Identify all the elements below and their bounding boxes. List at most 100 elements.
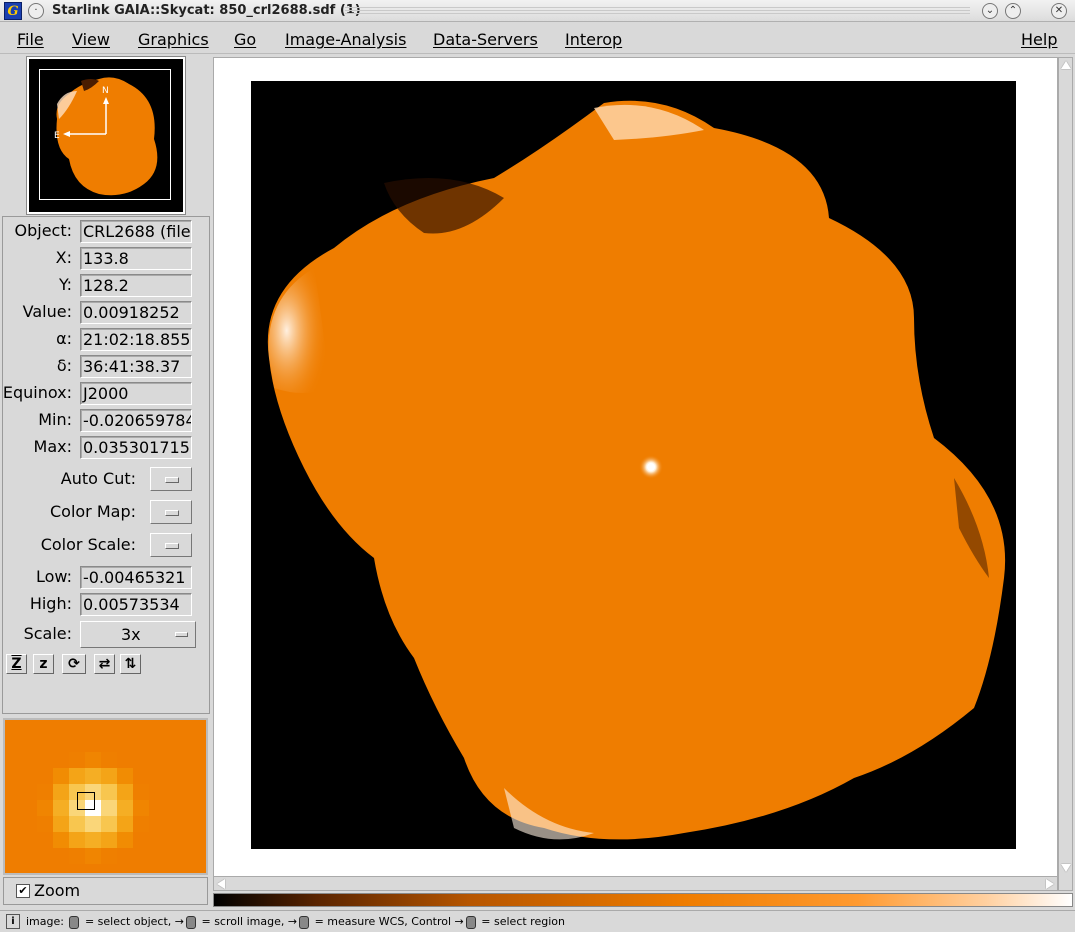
rotate-button[interactable]: ⟳ [62, 654, 86, 674]
zoom-checkbox[interactable]: ✔ [16, 884, 30, 898]
magnifier-pixel [5, 784, 21, 800]
menu-help[interactable]: Help [1021, 30, 1057, 49]
scroll-up-icon[interactable] [1061, 61, 1071, 69]
magnifier-pixel [149, 864, 165, 873]
magnifier-pixel [133, 784, 149, 800]
magnifier-pixel [133, 816, 149, 832]
magnifier-pixel [37, 768, 53, 784]
auto-cut-menu-button[interactable] [150, 467, 192, 491]
magnifier-pixel [197, 864, 206, 873]
scroll-right-icon[interactable] [1046, 879, 1054, 889]
menu-go[interactable]: Go [234, 30, 256, 49]
astronomical-image[interactable] [214, 58, 1059, 878]
magnifier-pixel [21, 800, 37, 816]
y-field[interactable]: 128.2 [80, 274, 192, 297]
scale-menu-button[interactable]: 3x [80, 621, 196, 648]
zoom-out-button[interactable]: z [33, 654, 54, 674]
magnifier-pixel [53, 752, 69, 768]
magnifier-pixel [197, 832, 206, 848]
scroll-down-icon[interactable] [1061, 864, 1071, 872]
magnifier-pixel [197, 720, 206, 736]
object-field[interactable]: CRL2688 (file: [80, 220, 192, 243]
vertical-scrollbar[interactable] [1058, 57, 1073, 891]
menu-file[interactable]: File [17, 30, 44, 49]
flip-y-button[interactable]: ⇅ [120, 654, 141, 674]
zoom-label: Zoom [34, 881, 81, 900]
zoom-toggle[interactable]: ✔ Zoom [3, 877, 208, 905]
min-field[interactable]: -0.020659784 [80, 409, 192, 432]
high-field[interactable]: 0.00573534 [80, 593, 192, 616]
magnifier-pixel [21, 864, 37, 873]
x-field[interactable]: 133.8 [80, 247, 192, 270]
magnifier-pixel [37, 736, 53, 752]
magnifier-pixel [37, 864, 53, 873]
window-menu-icon[interactable]: · [28, 3, 44, 19]
magnifier-pixel [69, 816, 85, 832]
magnifier-pixel [181, 832, 197, 848]
magnifier-pixel [69, 752, 85, 768]
magnifier-pixel [149, 848, 165, 864]
low-field[interactable]: -0.00465321 [80, 566, 192, 589]
magnifier-pixel [21, 736, 37, 752]
magnifier-pixel [165, 832, 181, 848]
magnifier-pixel [197, 736, 206, 752]
status-prefix: image: [26, 915, 64, 928]
gaia-app-icon[interactable]: G [4, 2, 22, 20]
maximize-icon[interactable]: ⌃ [1005, 3, 1021, 19]
max-field[interactable]: 0.0353017151 [80, 436, 192, 459]
magnifier-pixel [197, 816, 206, 832]
magnifier-pixel [85, 832, 101, 848]
menu-view[interactable]: View [72, 30, 110, 49]
magnifier-pixel [197, 768, 206, 784]
magnifier-pixel [101, 720, 117, 736]
magnifier-pixel [85, 864, 101, 873]
magnifier-pixel [21, 752, 37, 768]
magnifier-pixel [69, 768, 85, 784]
magnifier-pixel [117, 864, 133, 873]
color-scale-menu-button[interactable] [150, 533, 192, 557]
magnifier-pixel [149, 800, 165, 816]
close-icon[interactable]: ✕ [1051, 3, 1067, 19]
magnifier-pixel [117, 800, 133, 816]
menu-image-analysis[interactable]: Image-Analysis [285, 30, 406, 49]
color-map-label: Color Map: [49, 502, 136, 521]
image-canvas[interactable] [213, 57, 1058, 877]
equinox-field[interactable]: J2000 [80, 382, 192, 405]
magnifier-pixel [85, 752, 101, 768]
object-label: Object: [14, 221, 73, 240]
color-map-menu-button[interactable] [150, 500, 192, 524]
auto-cut-label: Auto Cut: [60, 469, 136, 488]
magnifier-pixel [165, 768, 181, 784]
zoom-in-button[interactable]: Z [6, 654, 27, 674]
magnifier-pixel [117, 768, 133, 784]
magnifier-pixel [197, 784, 206, 800]
horizontal-scrollbar[interactable] [213, 876, 1058, 891]
value-field[interactable]: 0.00918252 [80, 301, 192, 324]
flip-x-button[interactable]: ⇄ [94, 654, 115, 674]
magnifier-pixel [165, 784, 181, 800]
ra-field[interactable]: 21:02:18.855 [80, 328, 192, 351]
magnifier-pixel [101, 864, 117, 873]
magnifier-cursor-box [77, 792, 95, 810]
minimize-icon[interactable]: ⌄ [982, 3, 998, 19]
magnifier-pixel [181, 816, 197, 832]
info-icon: i [6, 914, 20, 929]
colorbar[interactable] [213, 893, 1073, 907]
magnifier-pixel [133, 864, 149, 873]
middle-mouse-icon [185, 915, 196, 929]
magnifier-pixel [101, 752, 117, 768]
magnifier-pixel [149, 720, 165, 736]
magnifier-pixel [133, 832, 149, 848]
magnifier-pixel [101, 832, 117, 848]
magnifier-pixel [85, 768, 101, 784]
scroll-left-icon[interactable] [217, 879, 225, 889]
magnifier-pixel [53, 832, 69, 848]
magnifier-pixel [149, 752, 165, 768]
dec-field[interactable]: 36:41:38.37 [80, 355, 192, 378]
menu-data-servers[interactable]: Data-Servers [433, 30, 538, 49]
magnifier-pixel [165, 736, 181, 752]
menu-interop[interactable]: Interop [565, 30, 622, 49]
magnifier-pixel [21, 768, 37, 784]
menu-graphics[interactable]: Graphics [138, 30, 209, 49]
panner-view[interactable]: N E [26, 56, 186, 215]
